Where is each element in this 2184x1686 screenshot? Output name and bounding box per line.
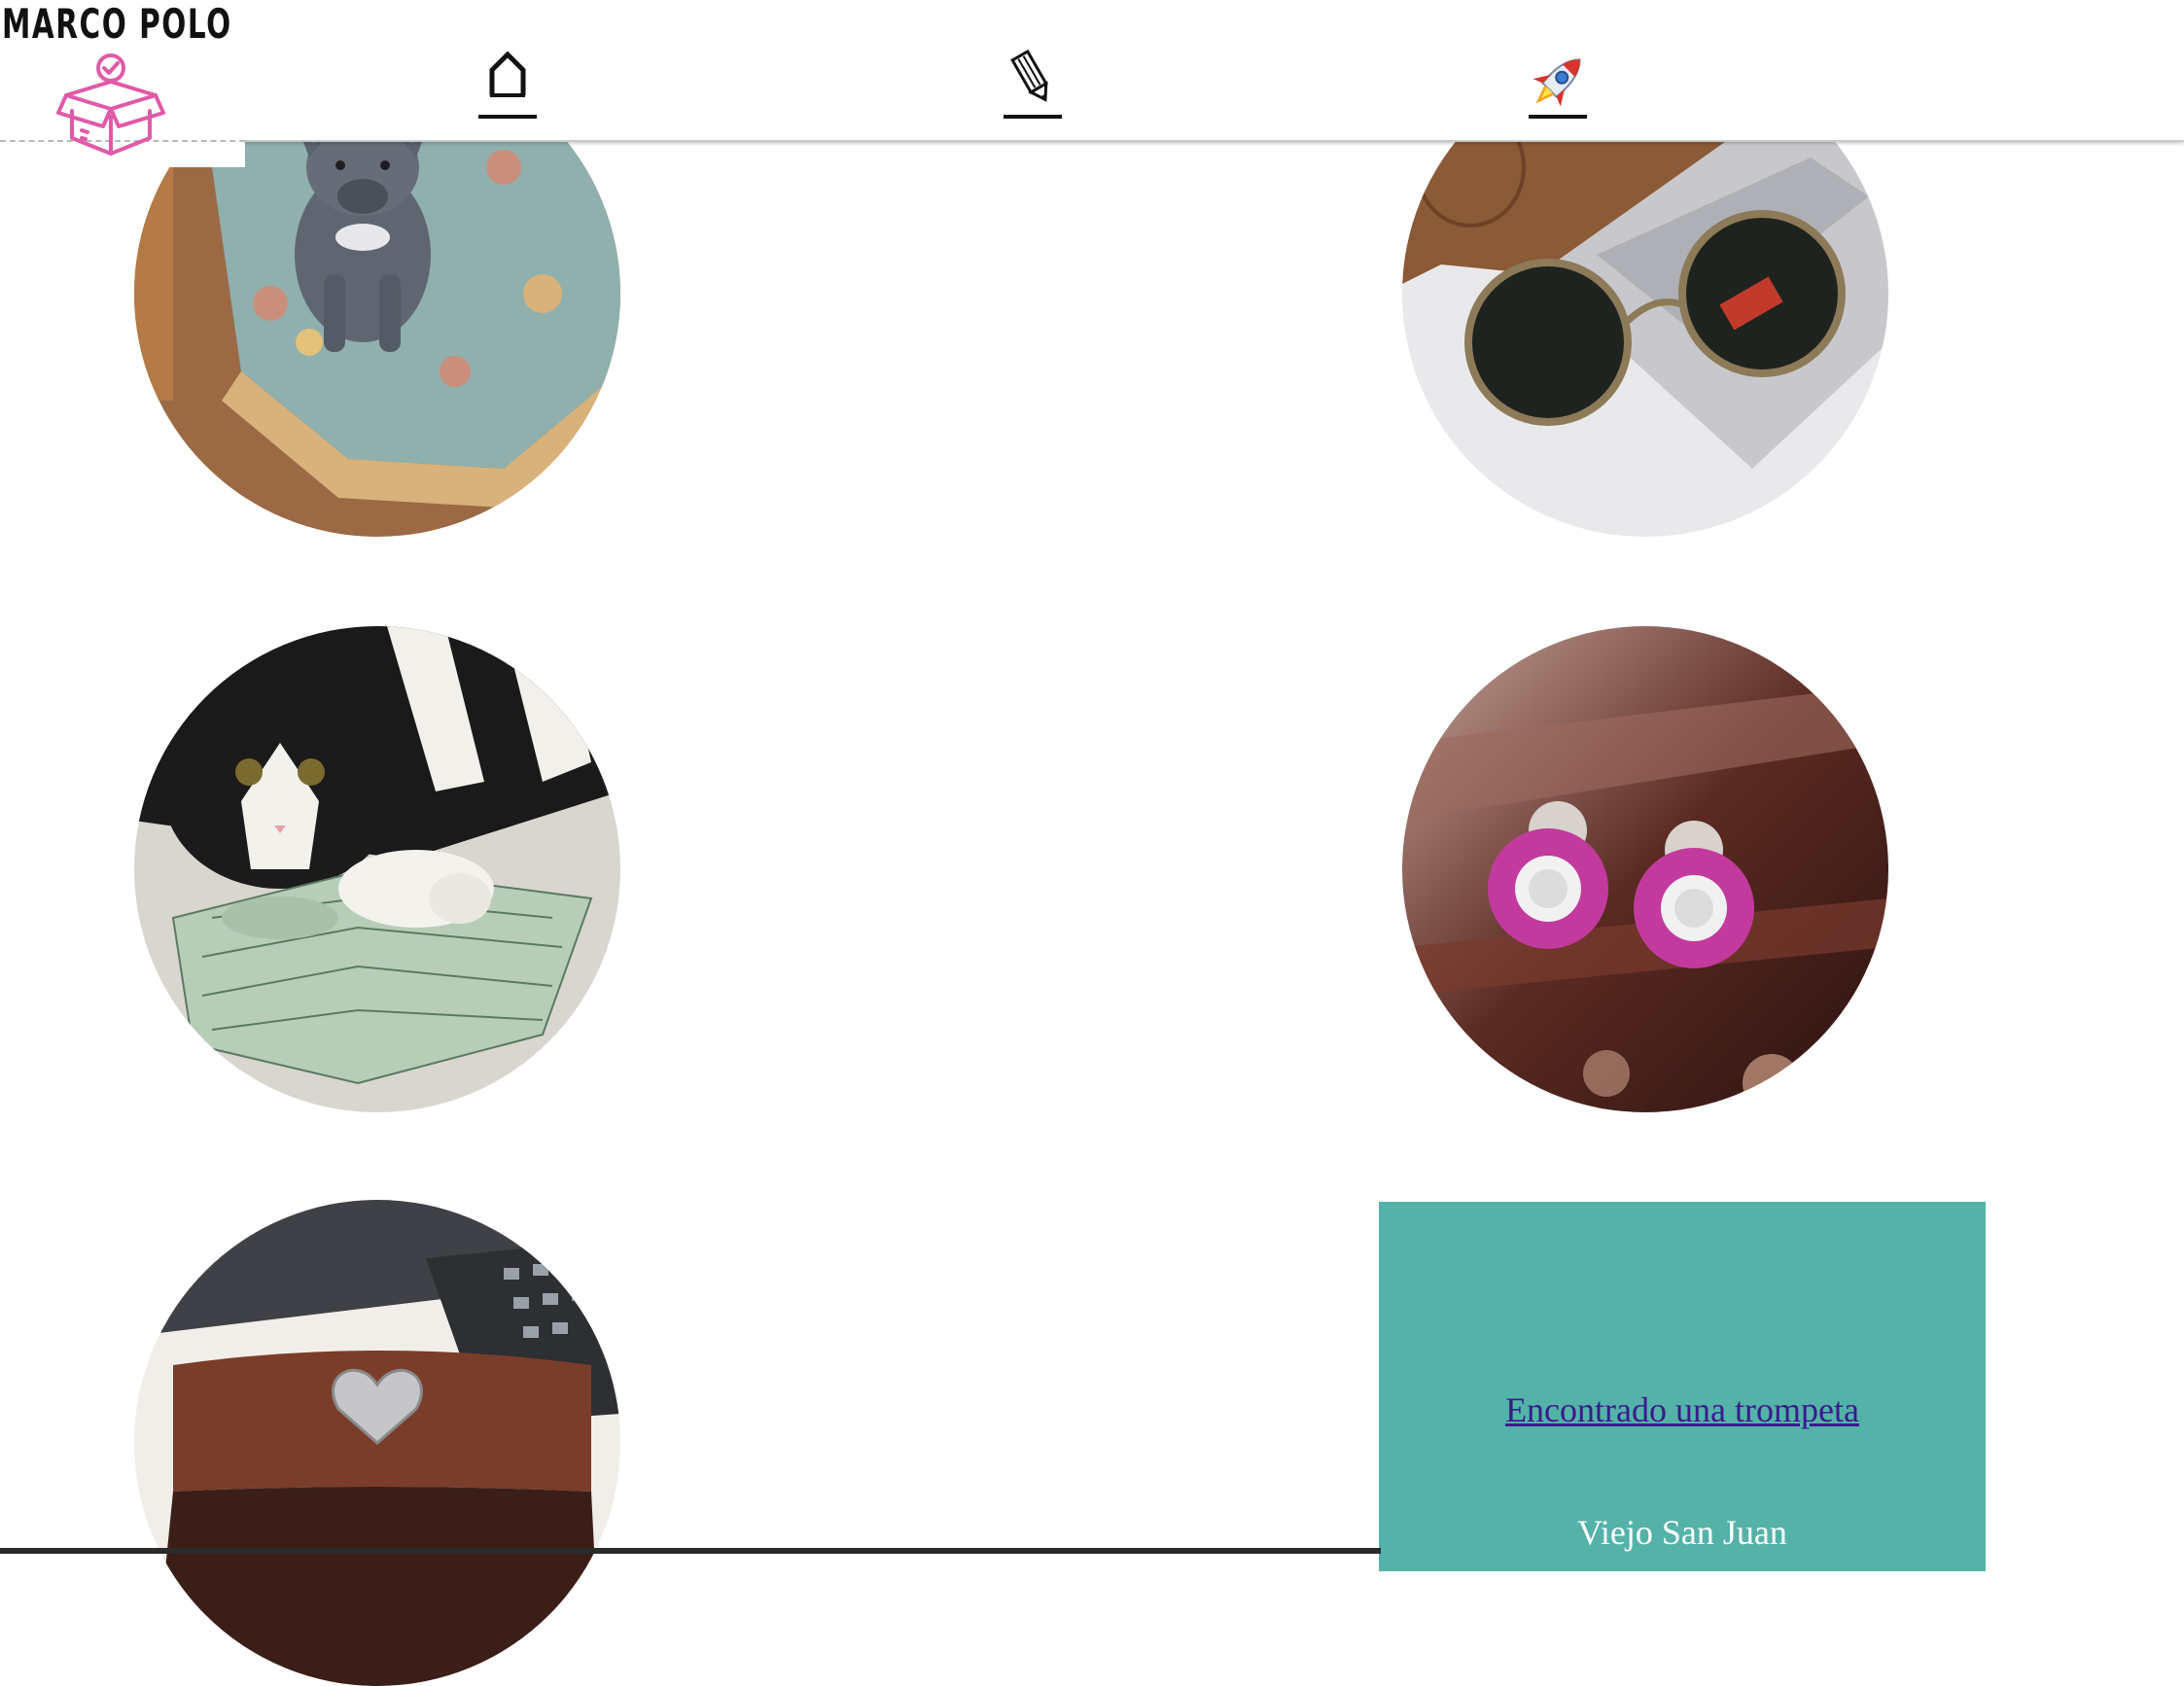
bottom-scrollbar[interactable]: [0, 1548, 1381, 1554]
open-box-check-icon[interactable]: [56, 53, 165, 158]
top-navbar: MARCO POLO: [0, 0, 2184, 142]
nav-edit-underline: [1004, 115, 1062, 119]
rocket-icon: [1532, 58, 1581, 107]
cat-money-photo: [134, 626, 620, 1112]
wallet-photo: [134, 1200, 620, 1686]
pencil-icon: [1010, 49, 1048, 102]
earrings-photo: [1402, 626, 1888, 1112]
nav-home[interactable]: [469, 49, 546, 119]
item-photo-earrings[interactable]: [1402, 626, 1888, 1112]
nav-launch-underline: [1529, 115, 1587, 119]
item-photo-wallet[interactable]: [134, 1200, 620, 1686]
brand-name[interactable]: MARCO POLO: [2, 0, 232, 48]
item-location: Viejo San Juan: [1577, 1513, 1787, 1552]
nav-edit[interactable]: [994, 49, 1072, 119]
item-photo-cat-money[interactable]: [134, 626, 620, 1112]
nav-home-underline: [478, 115, 537, 119]
item-link-trumpet[interactable]: Encontrado una trompeta: [1488, 1388, 1877, 1431]
item-card-trumpet: Encontrado una trompeta Viejo San Juan: [1379, 1202, 1986, 1571]
nav-launch[interactable]: [1519, 49, 1597, 119]
home-icon: [489, 51, 526, 97]
